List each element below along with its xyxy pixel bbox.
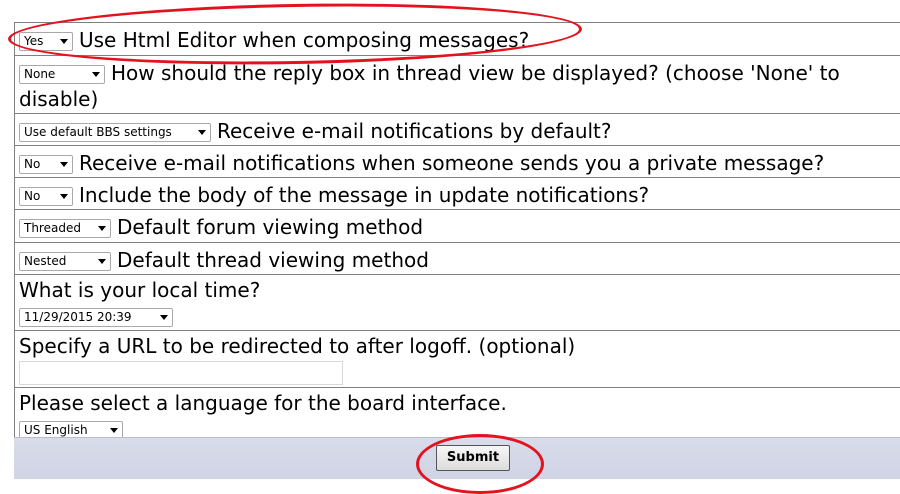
chevron-down-icon [60, 162, 68, 167]
email-pm-label: Receive e-mail notifications when someon… [79, 151, 825, 175]
email-pm-select[interactable]: No [19, 155, 73, 174]
reply-box-row: None How should the reply box in thread v… [15, 56, 900, 114]
language-label: Please select a language for the board i… [19, 391, 507, 415]
chevron-down-icon [98, 259, 106, 264]
chevron-down-icon [60, 194, 68, 199]
notify-body-label: Include the body of the message in updat… [79, 183, 650, 207]
notify-body-row: No Include the body of the message in upd… [15, 178, 900, 210]
thread-view-select[interactable]: Nested [19, 252, 111, 271]
html-editor-row: Yes Use Html Editor when composing messag… [15, 23, 900, 56]
local-time-select[interactable]: 11/29/2015 20:39 [19, 308, 173, 327]
chevron-down-icon [60, 39, 68, 44]
redirect-label: Specify a URL to be redirected to after … [19, 334, 576, 358]
chevron-down-icon [98, 226, 106, 231]
preferences-table: Yes Use Html Editor when composing messag… [14, 22, 900, 440]
forum-view-row: Threaded Default forum viewing method [15, 210, 900, 243]
redirect-row: Specify a URL to be redirected to after … [15, 331, 900, 388]
html-editor-label: Use Html Editor when composing messages? [79, 28, 530, 52]
form-footer: Submit [14, 437, 900, 479]
reply-box-label: How should the reply box in thread view … [19, 61, 840, 111]
html-editor-select[interactable]: Yes [19, 32, 73, 51]
redirect-url-input[interactable] [19, 361, 343, 385]
email-pm-row: No Receive e-mail notifications when some… [15, 146, 900, 178]
local-time-row: What is your local time? 11/29/2015 20:3… [15, 275, 900, 331]
submit-button[interactable]: Submit [436, 445, 510, 471]
forum-view-select[interactable]: Threaded [19, 219, 111, 238]
notify-body-select[interactable]: No [19, 187, 73, 206]
chevron-down-icon [160, 315, 168, 320]
email-default-select[interactable]: Use default BBS settings [19, 123, 211, 142]
thread-view-label: Default thread viewing method [117, 248, 429, 272]
chevron-down-icon [92, 72, 100, 77]
reply-box-select[interactable]: None [19, 65, 105, 84]
forum-view-label: Default forum viewing method [117, 215, 424, 239]
chevron-down-icon [198, 130, 206, 135]
chevron-down-icon [110, 428, 118, 433]
email-default-row: Use default BBS settings Receive e-mail n… [15, 114, 900, 146]
email-default-label: Receive e-mail notifications by default? [217, 119, 612, 143]
thread-view-row: Nested Default thread viewing method [15, 243, 900, 275]
local-time-label: What is your local time? [19, 278, 261, 302]
language-row: Please select a language for the board i… [15, 388, 900, 440]
